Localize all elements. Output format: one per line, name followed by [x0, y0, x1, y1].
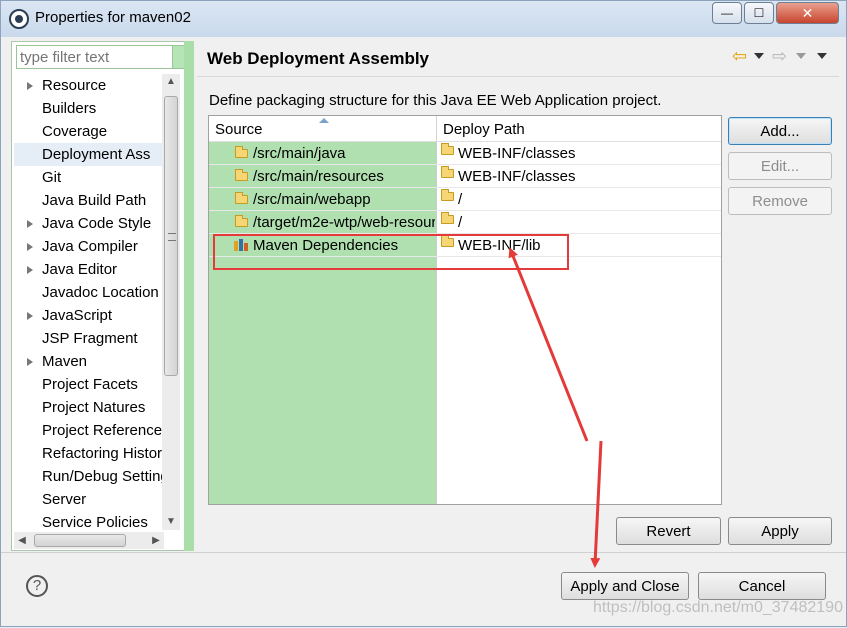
- properties-window: Properties for maven02 — ☐ ✕ Resource Bu…: [0, 0, 847, 627]
- arrow-to-deploy-path: [508, 247, 589, 442]
- arrow-to-apply-close: [590, 440, 603, 568]
- annotation-arrows: [508, 247, 603, 568]
- watermark: https://blog.csdn.net/m0_37482190: [593, 599, 843, 616]
